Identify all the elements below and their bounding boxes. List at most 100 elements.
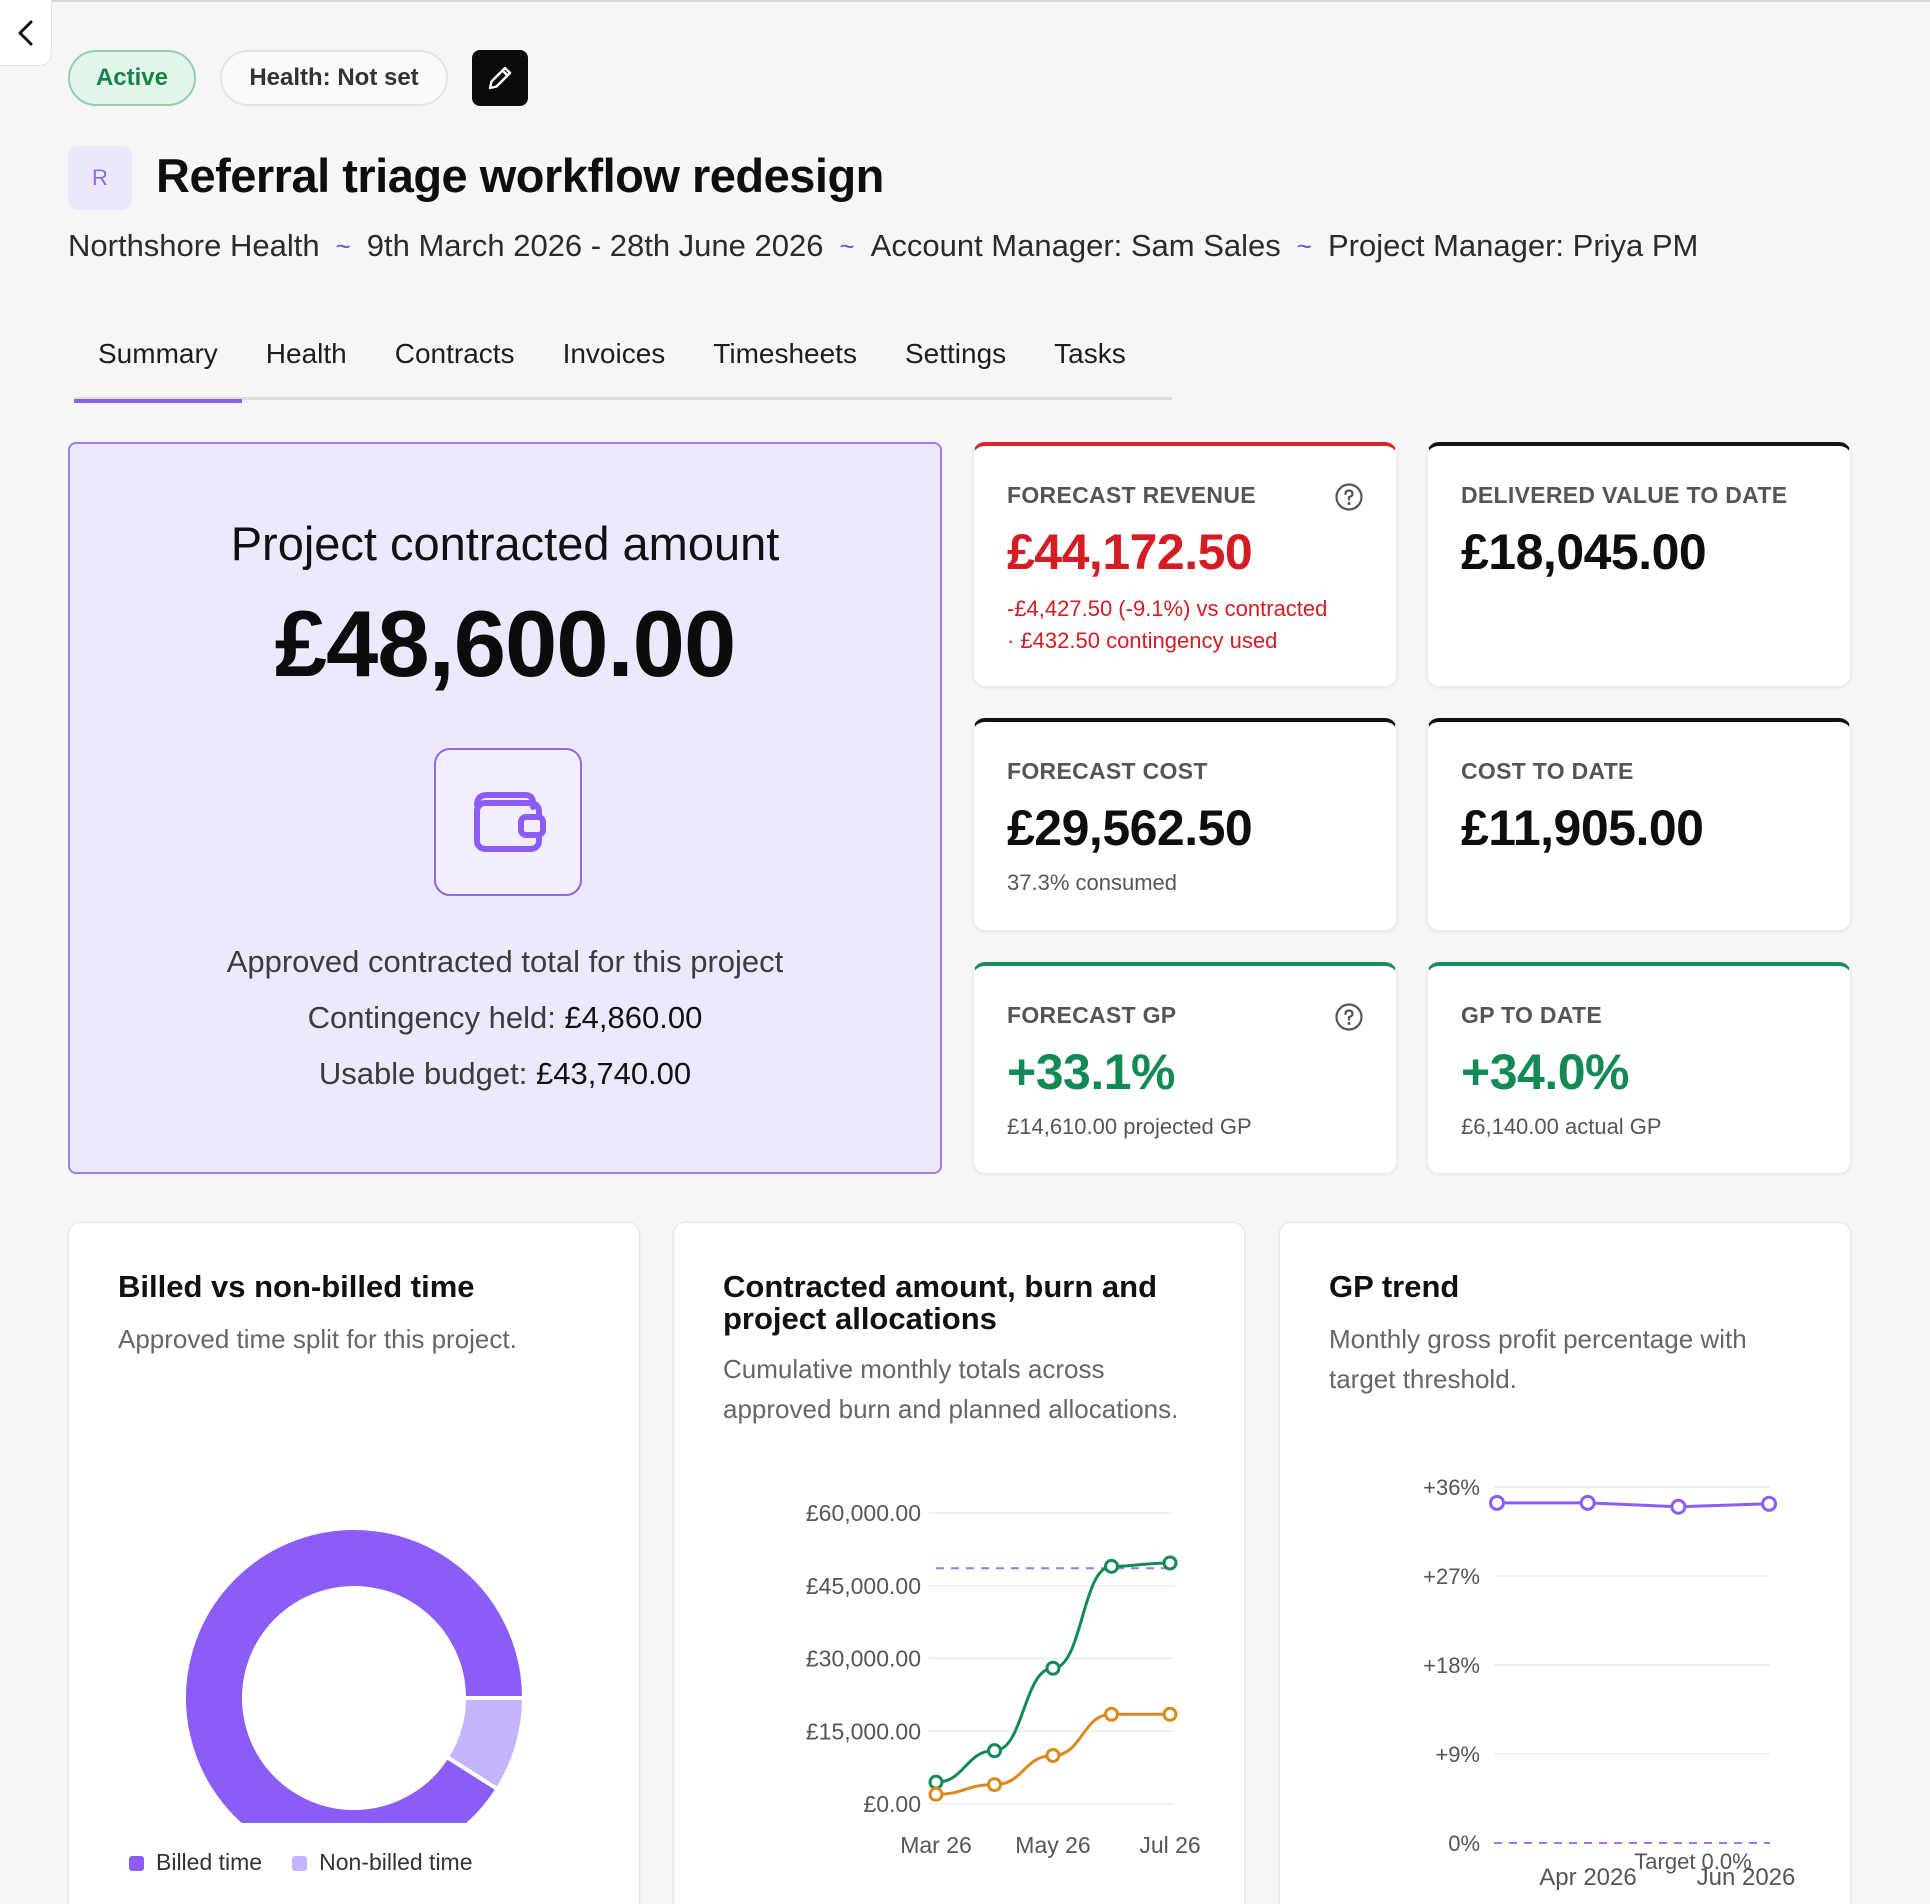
card-subtitle: Cumulative monthly totals across approve… [723, 1354, 1179, 1424]
series-point-2 [928, 1786, 944, 1802]
contracted-amount-card: Project contracted amount £48,600.00 App… [68, 442, 942, 1174]
kpi-value: +33.1% [1007, 1044, 1175, 1100]
legend-label: Billed time [156, 1849, 263, 1875]
tab-invoices[interactable]: Invoices [539, 336, 690, 400]
card-title: Contracted amount, burn and project allo… [723, 1269, 1157, 1336]
gp-line-chart: +36%+27%+18%+9%0%Target 0.0%Apr 2026 Jun … [1423, 1475, 1796, 1891]
contingency-value: £4,860.00 [564, 1000, 703, 1035]
y-tick-label: +9% [1435, 1742, 1480, 1767]
usable-budget: Usable budget: £43,740.00 [70, 1056, 940, 1092]
top-border [0, 0, 1930, 2]
card-title: GP trend [1329, 1269, 1460, 1304]
kpi-label: FORECAST GP [1007, 1002, 1177, 1028]
x-tick-label: Jun 2026 [1697, 1864, 1796, 1891]
burn-line-chart: £60,000.00 £45,000.00 £30,000.00 £15,000.00… [806, 1500, 1201, 1858]
series-point-1 [928, 1774, 944, 1790]
donut-slice-billed [182, 1526, 527, 1823]
forecast-revenue-card: FORECAST REVENUE £44,172.50 -£4,427.50 (… [973, 442, 1397, 687]
kpi-value: +34.0% [1461, 1044, 1629, 1100]
kpi-value: £44,172.50 [1007, 524, 1253, 580]
page-title: Referral triage workflow redesign [156, 149, 884, 202]
y-tick-label: £15,000.00 [806, 1718, 921, 1744]
series-point-2 [1162, 1706, 1178, 1722]
burn-chart-card: Contracted amount, burn and project allo… [673, 1222, 1245, 1904]
cost-to-date-card: COST TO DATE £11,905.00 [1427, 718, 1851, 931]
kpi-label: FORECAST REVENUE [1007, 482, 1256, 508]
gp-series-point [1489, 1494, 1505, 1511]
y-tick-label: +18% [1423, 1653, 1480, 1678]
forecast-cost-card: FORECAST COST £29,562.50 37.3% consumed [973, 718, 1397, 931]
gp-series-point [1761, 1495, 1778, 1512]
gp-trend-card: GP trend Monthly gross profit percentage… [1279, 1222, 1851, 1904]
legend-item-non-billed[interactable]: Non-billed time [292, 1849, 473, 1876]
client-name: Northshore Health [68, 228, 320, 263]
forecast-gp-card: FORECAST GP +33.1% £14,610.00 projected … [973, 962, 1397, 1174]
gp-series-point [1579, 1494, 1596, 1511]
edit-button[interactable] [472, 50, 528, 106]
kpi-sub: £14,610.00 projected GP [1007, 1114, 1252, 1139]
series-point-1 [1104, 1558, 1119, 1574]
legend-item-billed[interactable]: Billed time [129, 1849, 262, 1876]
gp-to-date-card: GP TO DATE +34.0% £6,140.00 actual GP [1427, 962, 1851, 1174]
legend-label: Non-billed time [319, 1849, 473, 1875]
y-tick-label: £0.00 [863, 1791, 921, 1817]
status-badge[interactable]: Active [68, 50, 196, 106]
kpi-label: COST TO DATE [1461, 758, 1634, 784]
wallet-icon [434, 748, 582, 896]
tab-settings[interactable]: Settings [881, 336, 1030, 400]
project-manager: Project Manager: Priya PM [1327, 228, 1699, 263]
kpi-value: £29,562.50 [1007, 800, 1253, 856]
delivered-value-card: DELIVERED VALUE TO DATE £18,045.00 [1427, 442, 1851, 687]
kpi-contingency: · £432.50 contingency used [1007, 628, 1278, 653]
budget-value: £43,740.00 [536, 1056, 692, 1091]
series-point-1 [1045, 1660, 1061, 1676]
chart-legend: Billed time Non-billed time [129, 1849, 473, 1876]
y-tick-label: £30,000.00 [806, 1646, 921, 1672]
health-badge[interactable]: Health: Not set [220, 50, 448, 106]
y-tick-label: +36% [1423, 1475, 1480, 1500]
kpi-label: DELIVERED VALUE TO DATE [1461, 482, 1788, 508]
tab-timesheets[interactable]: Timesheets [689, 336, 881, 400]
series-point-2 [1104, 1706, 1119, 1722]
series-point-1 [1162, 1555, 1178, 1571]
tab-health[interactable]: Health [242, 336, 371, 400]
gp-series-line [1497, 1501, 1770, 1509]
kpi-label: FORECAST COST [1007, 758, 1208, 784]
hero-value: £48,600.00 [274, 591, 736, 696]
meta-separator: ~ [335, 230, 351, 261]
card-subtitle: Approved time split for this project. [118, 1324, 517, 1354]
series-point-2 [1045, 1748, 1061, 1763]
meta-separator: ~ [1296, 230, 1312, 261]
donut-chart [182, 1526, 527, 1823]
x-tick-label: May 26 [1015, 1832, 1090, 1858]
card-title: Billed vs non-billed time [118, 1269, 475, 1304]
kpi-value: £11,905.00 [1461, 800, 1704, 856]
kpi-sub: £6,140.00 actual GP [1461, 1114, 1662, 1139]
pencil-icon [488, 66, 512, 90]
series-point-1 [987, 1743, 1002, 1759]
chevron-left-icon [18, 20, 32, 45]
tab-bar: Summary Health Contracts Invoices Timesh… [74, 336, 1172, 403]
card-subtitle: Monthly gross profit percentage with tar… [1329, 1324, 1747, 1394]
billed-time-card: Billed vs non-billed time Approved time … [68, 1222, 640, 1904]
y-tick-label: £60,000.00 [806, 1500, 921, 1526]
hero-caption: Approved contracted total for this proje… [226, 944, 784, 979]
gp-series-point [1670, 1498, 1687, 1515]
budget-label: Usable budget: [318, 1056, 528, 1091]
tab-contracts[interactable]: Contracts [371, 336, 539, 400]
x-tick-label: Mar 26 [900, 1832, 972, 1858]
help-icon[interactable] [1334, 482, 1364, 512]
series-point-2 [987, 1777, 1002, 1793]
tab-tasks[interactable]: Tasks [1030, 336, 1150, 400]
project-meta: Northshore Health ~ 9th March 2026 - 28t… [68, 228, 1698, 264]
back-button[interactable] [0, 0, 52, 66]
account-manager: Account Manager: Sam Sales [870, 228, 1281, 263]
help-icon[interactable] [1334, 1002, 1364, 1032]
kpi-label: GP TO DATE [1461, 1002, 1603, 1028]
y-tick-label: £45,000.00 [806, 1573, 921, 1599]
project-avatar: R [68, 146, 132, 210]
tab-summary[interactable]: Summary [74, 336, 242, 403]
hero-label: Project contracted amount [230, 517, 780, 570]
y-tick-label: +27% [1423, 1564, 1480, 1589]
y-tick-label: 0% [1448, 1831, 1480, 1856]
